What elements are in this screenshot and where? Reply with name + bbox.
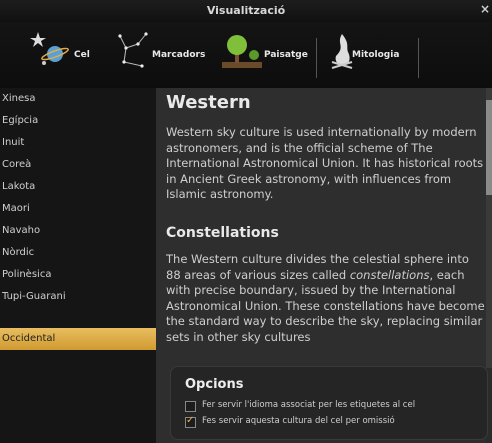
tab-mythology[interactable]: Mitologia [326, 28, 416, 82]
view-dialog: Visualització × Cel Marcadors Paisatge M… [0, 0, 492, 443]
section-text-emphasis: constellations [349, 267, 430, 282]
sky-culture-item[interactable]: Maori [0, 198, 156, 220]
scrollbar-thumb[interactable] [486, 100, 492, 195]
section-title: Constellations [166, 225, 279, 241]
landscape-icon [222, 35, 262, 68]
sky-culture-list: Xinesa Egípcia Inuit Coreà Lakota Maori … [0, 88, 156, 443]
use-native-names-label: Fer servir l'idioma associat per les eti… [202, 400, 416, 410]
default-culture-label: Fes servir aquesta cultura del cel per o… [202, 416, 395, 426]
tab-markers-label: Marcadors [152, 50, 206, 60]
culture-intro: Western sky culture is used internationa… [166, 125, 484, 201]
use-native-names-checkbox[interactable] [185, 401, 196, 412]
tab-markers[interactable]: Marcadors [116, 28, 216, 82]
options-panel: Opcions Fer servir l'idioma associat per… [170, 366, 488, 440]
sky-icon [30, 32, 69, 65]
options-title: Opcions [185, 377, 244, 392]
markers-icon [118, 32, 148, 68]
default-culture-checkbox[interactable]: ✓ [185, 415, 196, 428]
sky-culture-item[interactable]: Tupi-Guarani [0, 286, 156, 308]
close-button[interactable]: × [480, 2, 490, 16]
tab-separator [316, 38, 317, 78]
sky-culture-item-selected[interactable]: Occidental [0, 328, 156, 350]
sky-culture-item[interactable]: Navaho [0, 220, 156, 242]
window-title: Visualització [206, 4, 286, 17]
tab-separator [418, 38, 419, 78]
tab-mythology-label: Mitologia [352, 50, 400, 60]
tab-landscape-label: Paisatge [264, 50, 308, 60]
sky-culture-item[interactable]: Inuit [0, 132, 156, 154]
tab-landscape[interactable]: Paisatge [222, 28, 308, 82]
sky-culture-item[interactable]: Coreà [0, 154, 156, 176]
sky-culture-item[interactable]: Egípcia [0, 110, 156, 132]
title-bar: Visualització × [0, 0, 492, 22]
sky-culture-item[interactable]: Xinesa [0, 88, 156, 110]
section-text: The Western culture divides the celestia… [166, 252, 486, 345]
sky-culture-item[interactable]: Lakota [0, 176, 156, 198]
tab-sky[interactable]: Cel [28, 28, 108, 82]
culture-title: Western [166, 92, 251, 113]
checkmark-icon: ✓ [186, 415, 195, 426]
sky-culture-item[interactable]: Nòrdic [0, 242, 156, 264]
tab-bar: Cel Marcadors Paisatge Mitologia [0, 22, 492, 88]
sky-culture-item[interactable]: Polinèsica [0, 264, 156, 286]
tab-sky-label: Cel [74, 50, 90, 60]
